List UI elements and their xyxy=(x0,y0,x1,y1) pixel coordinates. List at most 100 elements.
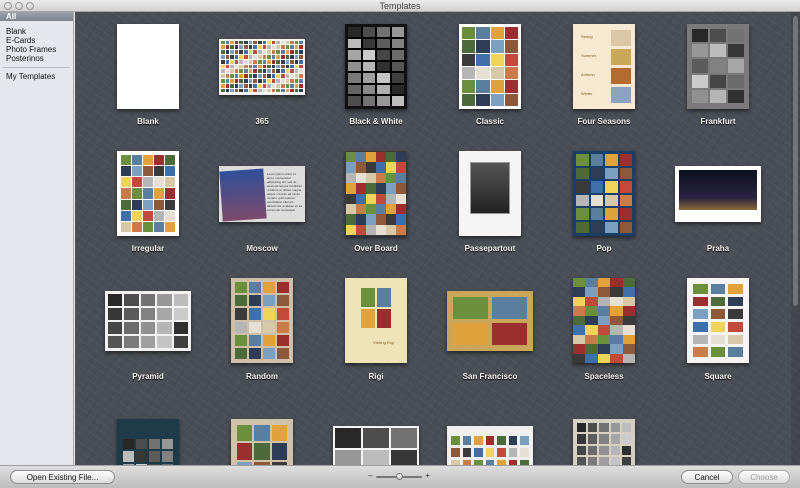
photo-cell xyxy=(335,449,361,465)
photo-cell xyxy=(225,83,230,88)
photo-cell xyxy=(585,334,598,345)
photo-cell xyxy=(619,154,632,166)
photo-cell xyxy=(234,74,239,79)
photo-cell xyxy=(363,427,389,448)
zoom-in-icon[interactable]: + xyxy=(425,471,430,480)
photo-cell xyxy=(257,69,262,74)
photo-cell xyxy=(253,79,257,83)
template-thumbnail[interactable] xyxy=(687,24,749,109)
photo-cell xyxy=(335,427,361,448)
photo-cell xyxy=(573,287,586,297)
photo-cell xyxy=(132,210,142,221)
cancel-button[interactable]: Cancel xyxy=(681,470,733,484)
photo-cell xyxy=(249,282,261,294)
template-thumbnail[interactable]: Lorem ipsum dolor sit amet, consectetur … xyxy=(219,165,305,222)
photo-cell xyxy=(476,93,490,106)
photo-cell xyxy=(585,278,598,288)
template-thumbnail[interactable] xyxy=(447,425,533,465)
template-thumbnail[interactable] xyxy=(573,151,635,236)
template-thumbnail[interactable] xyxy=(345,24,407,109)
photo-cell xyxy=(391,38,404,49)
template-thumbnail[interactable] xyxy=(117,24,179,109)
photo-cell xyxy=(136,451,147,462)
photo-cell xyxy=(136,438,147,450)
template-thumbnail[interactable] xyxy=(447,290,533,351)
moscow-photo xyxy=(219,168,267,221)
template-label: Frankfurt xyxy=(700,117,736,126)
photo-cell xyxy=(396,224,406,235)
photo-cell xyxy=(362,27,375,37)
photo-cell xyxy=(257,45,262,50)
photo-cell xyxy=(143,199,153,210)
category-sidebar: All Blank E-Cards Photo Frames Posterinos My … xyxy=(0,12,74,465)
sidebar-item-posterinos[interactable]: Posterinos xyxy=(0,54,73,63)
photo-cell xyxy=(376,224,386,235)
zoom-out-icon[interactable]: – xyxy=(368,471,372,480)
photo-cell xyxy=(346,183,356,194)
sidebar-item-photo-frames[interactable]: Photo Frames xyxy=(0,45,73,54)
template-thumbnail[interactable] xyxy=(333,425,419,465)
photo-cell xyxy=(294,74,299,79)
sidebar-item-my-templates[interactable]: My Templates xyxy=(0,72,73,81)
photo-cell xyxy=(248,64,253,69)
template-thumbnail[interactable]: Visiting Rigi xyxy=(345,278,407,363)
photo-cell xyxy=(221,79,225,83)
template-label: Classic xyxy=(475,117,505,126)
template-thumbnail[interactable] xyxy=(105,290,191,351)
photo-cell xyxy=(123,438,134,450)
template-thumbnail[interactable] xyxy=(117,418,179,465)
zoom-slider[interactable]: – + xyxy=(368,471,430,482)
sidebar-item-e-cards[interactable]: E-Cards xyxy=(0,36,73,45)
template-thumbnail[interactable] xyxy=(687,278,749,363)
photo-cell xyxy=(490,93,504,106)
photo-cell xyxy=(462,27,476,40)
sidebar-item-all[interactable]: All xyxy=(0,12,73,21)
template-thumbnail[interactable] xyxy=(459,151,521,236)
photo-cell xyxy=(610,434,620,444)
photo-cell xyxy=(235,282,247,294)
zoom-knob[interactable] xyxy=(395,473,403,480)
photo-cell xyxy=(476,66,490,80)
photo-cell xyxy=(267,45,271,50)
photo-cell xyxy=(588,457,598,465)
photo-cell xyxy=(290,50,294,54)
sidebar-item-blank[interactable]: Blank xyxy=(0,27,73,36)
photo-cell xyxy=(235,295,247,307)
photo-cell xyxy=(299,45,303,50)
photo-cell xyxy=(622,278,635,288)
open-existing-file-button[interactable]: Open Existing File... xyxy=(10,470,115,484)
photo-cell xyxy=(271,40,276,45)
template-thumbnail[interactable] xyxy=(345,151,407,236)
photo-cell xyxy=(263,282,275,294)
template-thumbnail[interactable] xyxy=(675,165,761,222)
photo-cell xyxy=(573,315,586,326)
photo-cell xyxy=(492,296,527,319)
template-thumbnail[interactable] xyxy=(117,151,179,236)
photo-cell xyxy=(346,172,356,184)
template-thumbnail[interactable]: Spring Summer Autumn Winter xyxy=(573,24,635,109)
photo-cell xyxy=(504,53,518,66)
photo-cell xyxy=(366,162,376,173)
photo-cell xyxy=(504,93,518,106)
template-thumbnail[interactable] xyxy=(231,278,293,363)
choose-button[interactable]: Choose xyxy=(738,470,790,484)
template-thumbnail[interactable] xyxy=(573,418,635,465)
photo-cell xyxy=(366,183,376,194)
photo-cell xyxy=(267,40,271,45)
scrollbar-thumb[interactable] xyxy=(793,16,798,306)
photo-cell xyxy=(599,434,609,444)
vertical-scrollbar[interactable] xyxy=(791,12,800,465)
photo-cell xyxy=(173,293,188,306)
template-thumbnail[interactable] xyxy=(573,278,635,363)
template-grid[interactable]: Blank 365 Black & White Classic Spring Summer… xyxy=(75,12,800,465)
photo-cell xyxy=(585,353,598,363)
photo-cell xyxy=(610,457,620,465)
photo-cell xyxy=(585,296,598,307)
photo-cell xyxy=(619,167,632,179)
photo-cell xyxy=(692,59,708,73)
template-thumbnail[interactable] xyxy=(459,24,521,109)
photo-cell xyxy=(267,79,271,83)
template-thumbnail[interactable] xyxy=(231,418,293,465)
template-thumbnail[interactable] xyxy=(219,38,305,95)
photo-cell xyxy=(377,288,391,307)
